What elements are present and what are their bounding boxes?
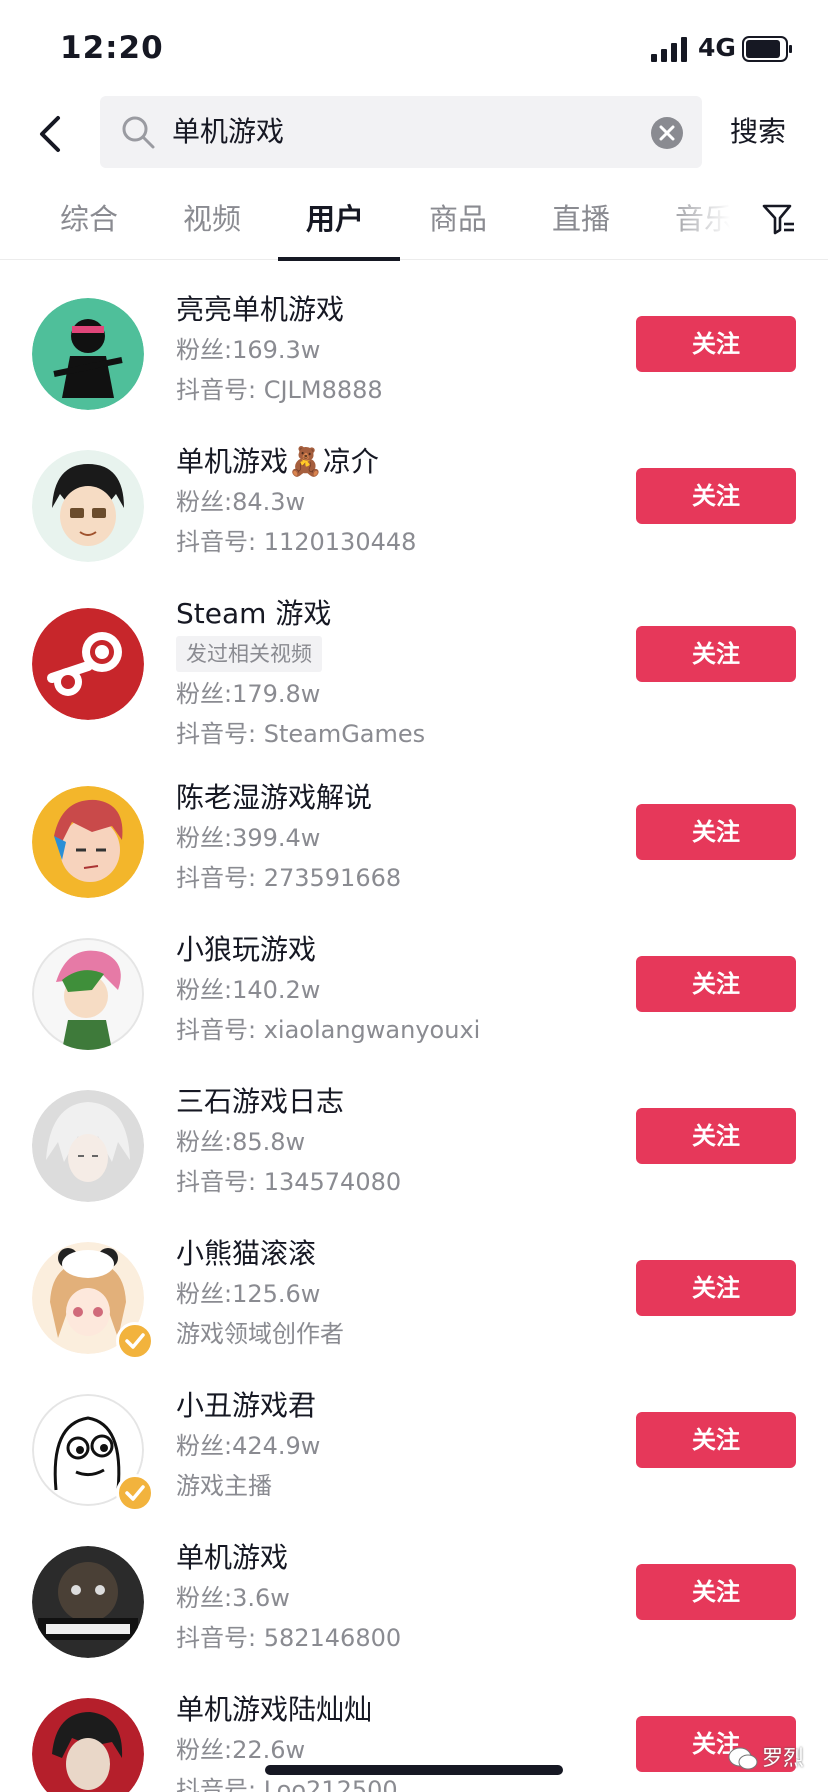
search-button[interactable]: 搜索: [730, 110, 786, 150]
tab-users[interactable]: 用户: [306, 196, 364, 238]
user-info: 亮亮单机游戏 粉丝:169.3w 抖音号: CJLM8888: [176, 290, 383, 410]
verified-badge-icon: [116, 1474, 154, 1512]
follow-button[interactable]: 关注: [636, 468, 796, 524]
tab-live[interactable]: 直播: [552, 196, 610, 238]
user-fans: 粉丝:84.3w: [176, 488, 306, 516]
user-info: 单机游戏 粉丝:3.6w 抖音号: 582146800: [176, 1538, 401, 1658]
status-bar: 12:20 4G: [0, 0, 828, 96]
user-fans: 粉丝:85.8w: [176, 1128, 306, 1156]
tab-products[interactable]: 商品: [429, 196, 487, 238]
search-tabs: 综合 视频 用户 商品 直播 音乐: [0, 184, 828, 261]
watermark-text: 罗烈: [762, 1746, 804, 1770]
user-name: 单机游戏陆灿灿: [176, 1693, 373, 1726]
home-indicator[interactable]: [265, 1765, 563, 1775]
user-name: 小狼玩游戏: [176, 933, 317, 966]
user-id: 抖音号: SteamGames: [176, 720, 426, 748]
user-fans: 粉丝:3.6w: [176, 1584, 290, 1612]
user-id: 抖音号: 582146800: [176, 1624, 402, 1652]
user-avatar[interactable]: [32, 786, 144, 898]
watermark: 罗烈: [728, 1740, 818, 1776]
user-info: 小丑游戏君 粉丝:424.9w 游戏主播: [176, 1386, 320, 1506]
user-avatar[interactable]: [32, 1698, 144, 1792]
user-id: 抖音号: 134574080: [176, 1168, 402, 1196]
follow-button[interactable]: 关注: [636, 1412, 796, 1468]
related-videos-tag: 发过相关视频: [176, 636, 322, 672]
user-fans: 粉丝:169.3w: [176, 336, 321, 364]
user-description: 游戏领域创作者: [176, 1320, 344, 1348]
follow-button[interactable]: 关注: [636, 316, 796, 372]
active-tab-indicator: [278, 257, 400, 261]
follow-button[interactable]: 关注: [636, 1260, 796, 1316]
user-info: 单机游戏陆灿灿 粉丝:22.6w 抖音号: Loo212500: [176, 1690, 398, 1792]
user-name: 陈老湿游戏解说: [176, 781, 373, 814]
user-fans: 粉丝:179.8w: [176, 680, 321, 708]
user-name: Steam 游戏: [176, 597, 332, 630]
follow-button[interactable]: 关注: [636, 1108, 796, 1164]
user-fans: 粉丝:399.4w: [176, 824, 321, 852]
user-name: 单机游戏🧸凉介: [176, 445, 379, 478]
user-avatar[interactable]: [32, 1090, 144, 1202]
search-box[interactable]: [100, 96, 702, 168]
user-info: 三石游戏日志 粉丝:85.8w 抖音号: 134574080: [176, 1082, 401, 1202]
user-name: 三石游戏日志: [176, 1085, 345, 1118]
user-info: 小熊猫滚滚 粉丝:125.6w 游戏领域创作者: [176, 1234, 344, 1354]
follow-button[interactable]: 关注: [636, 956, 796, 1012]
user-id: 抖音号: CJLM8888: [176, 376, 383, 404]
tab-videos[interactable]: 视频: [183, 196, 241, 238]
user-info: 陈老湿游戏解说 粉丝:399.4w 抖音号: 273591668: [176, 778, 401, 898]
follow-button[interactable]: 关注: [636, 804, 796, 860]
back-icon[interactable]: [28, 106, 72, 162]
user-avatar[interactable]: [32, 1546, 144, 1658]
battery-icon: [742, 36, 792, 62]
user-fans: 粉丝:22.6w: [176, 1736, 306, 1764]
user-avatar[interactable]: [32, 298, 144, 410]
user-avatar[interactable]: [32, 450, 144, 562]
user-name: 单机游戏: [176, 1541, 289, 1574]
tab-comprehensive[interactable]: 综合: [60, 196, 118, 238]
user-id: 抖音号: 1120130448: [176, 528, 417, 556]
search-header: 搜索: [0, 96, 828, 172]
tab-fade: [660, 184, 760, 258]
follow-button[interactable]: 关注: [636, 1564, 796, 1620]
signal-icon: [651, 37, 687, 62]
user-info: 小狼玩游戏 粉丝:140.2w 抖音号: xiaolangwanyouxi: [176, 930, 480, 1050]
user-info: 单机游戏🧸凉介 粉丝:84.3w 抖音号: 1120130448: [176, 442, 416, 562]
user-name: 小丑游戏君: [176, 1389, 317, 1422]
user-description: 游戏主播: [176, 1472, 272, 1500]
wechat-icon: [728, 1747, 758, 1770]
user-id: 抖音号: 273591668: [176, 864, 402, 892]
clear-icon[interactable]: [650, 116, 684, 150]
verified-badge-icon: [116, 1322, 154, 1360]
user-avatar[interactable]: [32, 608, 144, 720]
user-name: 亮亮单机游戏: [176, 293, 345, 326]
user-id: 抖音号: xiaolangwanyouxi: [176, 1016, 481, 1044]
search-icon: [122, 116, 155, 149]
status-time: 12:20: [60, 30, 164, 66]
user-name: 小熊猫滚滚: [176, 1237, 317, 1270]
filter-icon[interactable]: [762, 202, 796, 236]
network-label: 4G: [698, 33, 736, 62]
user-info: Steam 游戏 发过相关视频 粉丝:179.8w 抖音号: SteamGame…: [176, 594, 425, 754]
user-avatar[interactable]: [32, 938, 144, 1050]
user-fans: 粉丝:125.6w: [176, 1280, 321, 1308]
follow-button[interactable]: 关注: [636, 626, 796, 682]
user-fans: 粉丝:424.9w: [176, 1432, 321, 1460]
user-fans: 粉丝:140.2w: [176, 976, 321, 1004]
search-input[interactable]: [172, 96, 612, 168]
